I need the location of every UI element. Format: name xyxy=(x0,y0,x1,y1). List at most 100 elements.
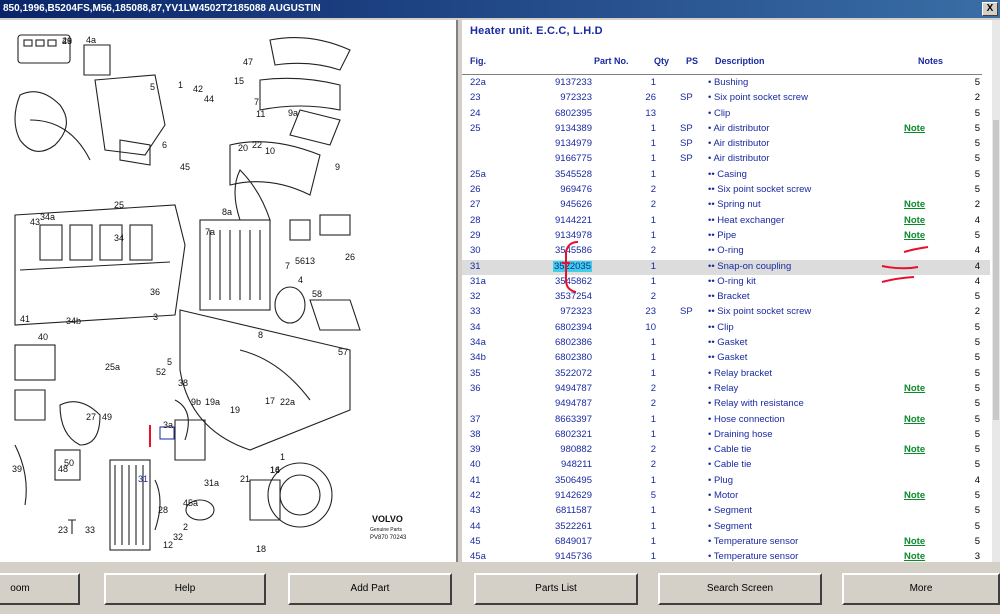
callout-25a[interactable]: 25a xyxy=(105,362,120,372)
callout-22a[interactable]: 22a xyxy=(280,397,295,407)
table-row[interactable]: 29 9134978 1 •• Pipe Note 5 xyxy=(462,229,990,244)
callout-40[interactable]: 40 xyxy=(38,332,48,342)
callout-25[interactable]: 25 xyxy=(114,200,124,210)
note-link[interactable]: Note xyxy=(904,536,925,547)
table-row[interactable]: 34 6802394 10 •• Clip 5 xyxy=(462,321,990,336)
parts-list-button[interactable]: Parts List xyxy=(474,573,638,605)
callout-7[interactable]: 7 xyxy=(254,97,259,107)
callout-58[interactable]: 58 xyxy=(312,289,322,299)
table-row[interactable]: 25 9134389 1 SP • Air distributor Note 5 xyxy=(462,122,990,137)
callout-5[interactable]: 5 xyxy=(167,357,172,367)
note-link[interactable]: Note xyxy=(904,383,925,394)
callout-4a[interactable]: 4a xyxy=(86,35,96,45)
callout-7[interactable]: 7 xyxy=(285,261,290,271)
table-row[interactable]: 39 980882 2 • Cable tie Note 5 xyxy=(462,443,990,458)
callout-22[interactable]: 22 xyxy=(252,140,262,150)
callout-49[interactable]: 49 xyxy=(102,412,112,422)
note-link[interactable]: Note xyxy=(904,490,925,501)
scrollbar-thumb[interactable] xyxy=(993,120,999,420)
table-row[interactable]: 34b 6802380 1 •• Gasket 5 xyxy=(462,351,990,366)
callout-4[interactable]: 4 xyxy=(298,275,303,285)
close-button[interactable]: X xyxy=(982,2,998,16)
table-row[interactable]: 40 948211 2 • Cable tie 5 xyxy=(462,458,990,473)
callout-45[interactable]: 45 xyxy=(180,162,190,172)
table-row[interactable]: 44 3522261 1 • Segment 5 xyxy=(462,520,990,535)
table-row[interactable]: 36 9494787 2 • Relay Note 5 xyxy=(462,382,990,397)
note-link[interactable]: Note xyxy=(904,444,925,455)
table-row[interactable]: 35 3522072 1 • Relay bracket 5 xyxy=(462,367,990,382)
note-link[interactable]: Note xyxy=(904,230,925,241)
callout-5[interactable]: 5 xyxy=(150,82,155,92)
callout-57[interactable]: 57 xyxy=(338,347,348,357)
callout-56[interactable]: 56 xyxy=(295,256,305,266)
callout-23[interactable]: 23 xyxy=(58,525,68,535)
callout-45a[interactable]: 45a xyxy=(183,498,198,508)
table-row[interactable]: 38 6802321 1 • Draining hose 5 xyxy=(462,428,990,443)
zoom-button[interactable]: oom xyxy=(0,573,80,605)
table-row[interactable]: 41 3506495 1 • Plug 4 xyxy=(462,474,990,489)
callout-3[interactable]: 3 xyxy=(153,312,158,322)
table-row[interactable]: 31a 3545862 1 •• O-ring kit 4 xyxy=(462,275,990,290)
callout-33[interactable]: 33 xyxy=(85,525,95,535)
callout-47[interactable]: 47 xyxy=(243,57,253,67)
callout-39[interactable]: 39 xyxy=(12,464,22,474)
table-row[interactable]: 28 9144221 1 •• Heat exchanger Note 4 xyxy=(462,214,990,229)
more-button[interactable]: More xyxy=(842,573,1000,605)
callout-9[interactable]: 9 xyxy=(335,162,340,172)
table-row[interactable]: 30 3545586 2 •• O-ring 4 xyxy=(462,244,990,259)
callout-28[interactable]: 28 xyxy=(158,505,168,515)
table-row[interactable]: 9494787 2 • Relay with resistance 5 xyxy=(462,397,990,412)
callout-13[interactable]: 13 xyxy=(305,256,315,266)
table-row[interactable]: 25a 3545528 1 •• Casing 5 xyxy=(462,168,990,183)
callout-31a[interactable]: 31a xyxy=(204,478,219,488)
callout-32[interactable]: 32 xyxy=(173,532,183,542)
table-row[interactable]: 32 3537254 2 •• Bracket 5 xyxy=(462,290,990,305)
table-row[interactable]: 33 972323 23 SP •• Six point socket screw 2 xyxy=(462,305,990,320)
callout-27[interactable]: 27 xyxy=(86,412,96,422)
table-row[interactable]: 45a 9145736 1 • Temperature sensor Note 3 xyxy=(462,550,990,562)
callout-34[interactable]: 34 xyxy=(114,233,124,243)
callout-8a[interactable]: 8a xyxy=(222,207,232,217)
note-link[interactable]: Note xyxy=(904,199,925,210)
parts-list-scrollbar[interactable] xyxy=(992,20,1000,562)
callout-19[interactable]: 19 xyxy=(230,405,240,415)
callout-34b[interactable]: 34b xyxy=(66,316,81,326)
parts-diagram[interactable]: 46 4a 5 1 47 15 42 44 11 9a 7 6 10 20 22 9 45 34a 25 8a 7a 34… xyxy=(0,20,458,562)
help-button[interactable]: Help xyxy=(104,573,266,605)
callout-19a[interactable]: 19a xyxy=(205,397,220,407)
callout-9a[interactable]: 9a xyxy=(288,108,298,118)
callout-8[interactable]: 8 xyxy=(258,330,263,340)
table-row[interactable]: 24 6802395 13 • Clip 5 xyxy=(462,107,990,122)
note-link[interactable]: Note xyxy=(904,414,925,425)
table-row[interactable]: 37 8663397 1 • Hose connection Note 5 xyxy=(462,413,990,428)
callout-43[interactable]: 43 xyxy=(30,217,40,227)
callout-44[interactable]: 44 xyxy=(204,94,214,104)
callout-2[interactable]: 2 xyxy=(183,522,188,532)
callout-14[interactable]: 14 xyxy=(270,465,280,475)
callout-15[interactable]: 15 xyxy=(234,76,244,86)
table-row[interactable]: 45 6849017 1 • Temperature sensor Note 5 xyxy=(462,535,990,550)
table-row[interactable]: 27 945626 2 •• Spring nut Note 2 xyxy=(462,198,990,213)
callout-21[interactable]: 21 xyxy=(240,474,250,484)
table-row[interactable]: 42 9142629 5 • Motor Note 5 xyxy=(462,489,990,504)
callout-38[interactable]: 38 xyxy=(178,378,188,388)
table-row[interactable]: 26 969476 2 •• Six point socket screw 5 xyxy=(462,183,990,198)
callout-1[interactable]: 1 xyxy=(178,80,183,90)
callout-20[interactable]: 20 xyxy=(238,143,248,153)
note-link[interactable]: Note xyxy=(904,123,925,134)
table-row[interactable]: 9134979 1 SP • Air distributor 5 xyxy=(462,137,990,152)
callout-9b[interactable]: 9b xyxy=(191,397,201,407)
add-part-button[interactable]: Add Part xyxy=(288,573,452,605)
callout-26[interactable]: 26 xyxy=(345,252,355,262)
note-link[interactable]: Note xyxy=(904,551,925,562)
callout-41[interactable]: 41 xyxy=(20,314,30,324)
callout-1[interactable]: 1 xyxy=(280,452,285,462)
table-row[interactable]: 31 3522035 1 •• Snap-on coupling 4 xyxy=(462,259,990,275)
table-row[interactable]: 34a 6802386 1 •• Gasket 5 xyxy=(462,336,990,351)
search-screen-button[interactable]: Search Screen xyxy=(658,573,822,605)
callout-52[interactable]: 52 xyxy=(156,367,166,377)
table-row[interactable]: 9166775 1 SP • Air distributor 5 xyxy=(462,152,990,167)
callout-12[interactable]: 12 xyxy=(163,540,173,550)
note-link[interactable]: Note xyxy=(904,215,925,226)
callout-50[interactable]: 50 xyxy=(64,458,74,468)
